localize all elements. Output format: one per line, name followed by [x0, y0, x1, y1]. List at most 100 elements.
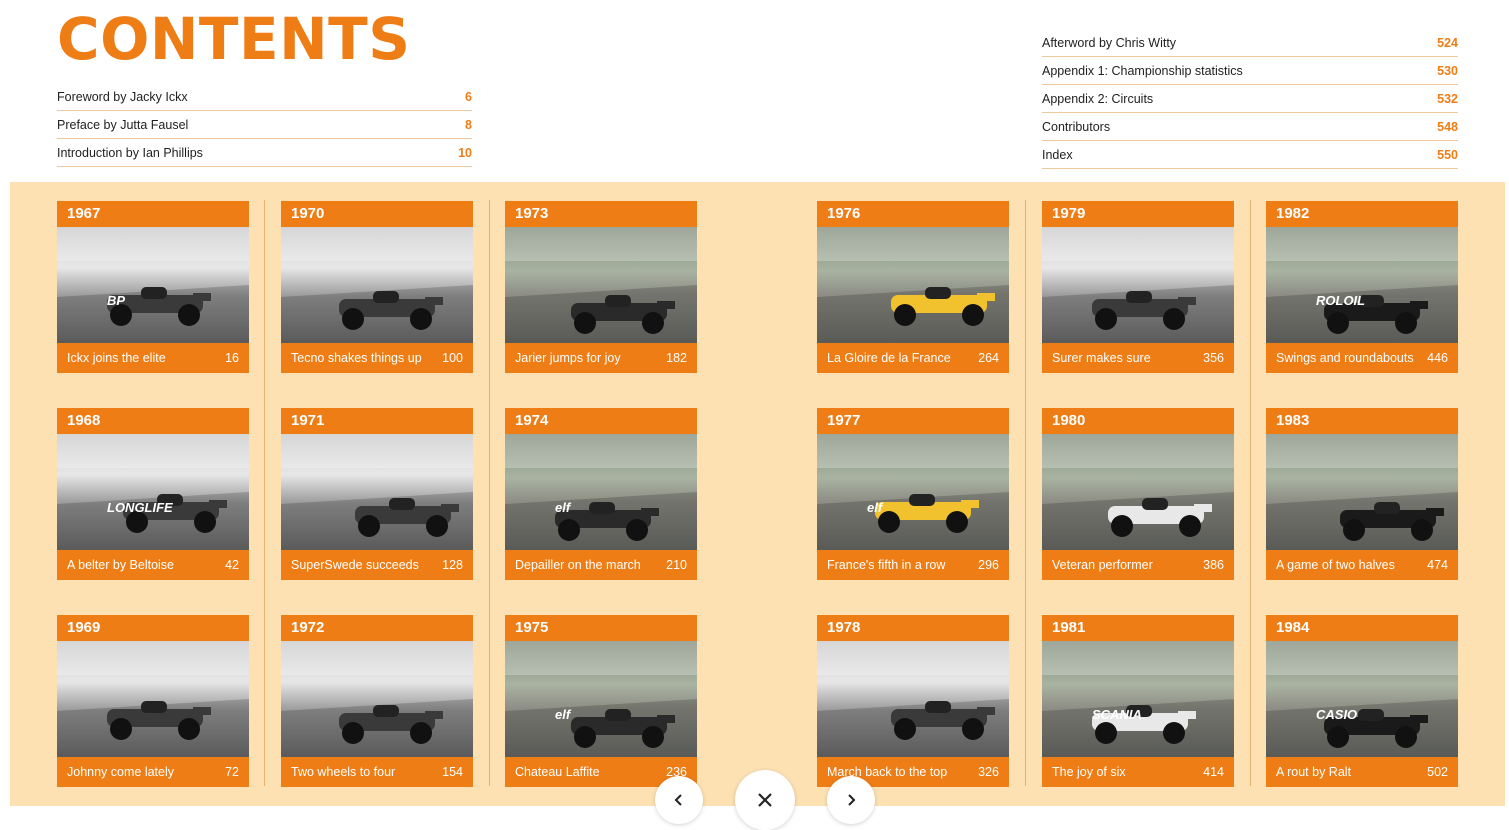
chapter-page: 72	[225, 765, 239, 779]
chapter-photo	[1042, 227, 1234, 343]
chapter-page: 210	[666, 558, 687, 572]
chapter-year: 1976	[817, 201, 1009, 227]
toc-entry-page: 530	[1437, 64, 1458, 78]
chapter-year: 1973	[505, 201, 697, 227]
chapter-card-1983[interactable]: 1983 A game of two halves 474	[1266, 408, 1458, 580]
toc-entry[interactable]: Afterword by Chris Witty 524	[1042, 30, 1458, 57]
chapter-caption-bar: SuperSwede succeeds 128	[281, 550, 473, 580]
toc-entry-label: Preface by Jutta Fausel	[57, 118, 189, 132]
chapter-caption-bar: A rout by Ralt 502	[1266, 757, 1458, 787]
chapter-title: France's fifth in a row	[827, 558, 946, 572]
chapter-year: 1980	[1042, 408, 1234, 434]
chapter-title: Johnny come lately	[67, 765, 175, 779]
chapter-card-1981[interactable]: 1981 SCANIA The joy of six 414	[1042, 615, 1234, 787]
race-car-photo	[57, 641, 249, 757]
chapter-photo	[817, 227, 1009, 343]
photo-signage-text: ROLOIL	[1316, 293, 1366, 308]
toc-entry[interactable]: Introduction by Ian Phillips 10	[57, 140, 472, 167]
previous-page-button[interactable]	[655, 776, 703, 824]
photo-signage-text: CASIO	[1316, 707, 1358, 722]
close-button[interactable]	[735, 770, 795, 830]
chapter-card-1970[interactable]: 1970 Tecno shakes things up 100	[281, 201, 473, 373]
toc-entry-label: Introduction by Ian Phillips	[57, 146, 203, 160]
toc-entry-page: 6	[465, 90, 472, 104]
chapter-year: 1982	[1266, 201, 1458, 227]
toc-entry-label: Appendix 1: Championship statistics	[1042, 64, 1243, 78]
chapter-card-1969[interactable]: 1969 Johnny come lately 72	[57, 615, 249, 787]
chapter-caption-bar: The joy of six 414	[1042, 757, 1234, 787]
chapter-card-1977[interactable]: 1977 elf France's fifth in a row 296	[817, 408, 1009, 580]
chapter-caption-bar: Ickx joins the elite 16	[57, 343, 249, 373]
chapter-page: 326	[978, 765, 999, 779]
column-divider	[489, 200, 490, 786]
toc-entry-label: Appendix 2: Circuits	[1042, 92, 1154, 106]
chapter-card-1975[interactable]: 1975 elf Chateau Laffite 236	[505, 615, 697, 787]
race-car-photo	[57, 434, 249, 550]
chapter-page: 502	[1427, 765, 1448, 779]
chapter-page: 474	[1427, 558, 1448, 572]
chevron-right-icon	[848, 794, 856, 806]
toc-entry[interactable]: Foreword by Jacky Ickx 6	[57, 84, 472, 111]
column-divider	[1025, 200, 1026, 786]
chapter-year: 1984	[1266, 615, 1458, 641]
chapter-card-1967[interactable]: 1967 BP Ickx joins the elite 16	[57, 201, 249, 373]
chapter-title: Swings and roundabouts	[1276, 351, 1414, 365]
chapter-photo	[281, 434, 473, 550]
race-car-photo	[281, 434, 473, 550]
race-car-photo	[817, 641, 1009, 757]
chapter-photo: SCANIA	[1042, 641, 1234, 757]
chapter-card-1984[interactable]: 1984 CASIO A rout by Ralt 502	[1266, 615, 1458, 787]
chapter-card-1978[interactable]: 1978 March back to the top 326	[817, 615, 1009, 787]
toc-entry[interactable]: Appendix 1: Championship statistics 530	[1042, 58, 1458, 85]
chapter-caption-bar: Veteran performer 386	[1042, 550, 1234, 580]
photo-signage-text: BP	[107, 293, 126, 308]
toc-entry[interactable]: Appendix 2: Circuits 532	[1042, 86, 1458, 113]
chapter-page: 386	[1203, 558, 1224, 572]
race-car-photo	[281, 641, 473, 757]
race-car-photo	[1266, 434, 1458, 550]
chapter-photo	[57, 641, 249, 757]
next-page-button[interactable]	[827, 776, 875, 824]
chapter-caption-bar: France's fifth in a row 296	[817, 550, 1009, 580]
toc-entry-label: Foreword by Jacky Ickx	[57, 90, 188, 104]
toc-entry-page: 532	[1437, 92, 1458, 106]
chapter-title: Tecno shakes things up	[291, 351, 422, 365]
chapter-year: 1979	[1042, 201, 1234, 227]
chapter-year: 1970	[281, 201, 473, 227]
chapter-card-1972[interactable]: 1972 Two wheels to four 154	[281, 615, 473, 787]
toc-entry-label: Index	[1042, 148, 1073, 162]
chapter-caption-bar: Surer makes sure 356	[1042, 343, 1234, 373]
toc-entry-page: 8	[465, 118, 472, 132]
chapter-title: Chateau Laffite	[515, 765, 600, 779]
chapter-card-1971[interactable]: 1971 SuperSwede succeeds 128	[281, 408, 473, 580]
chapter-photo	[1266, 434, 1458, 550]
chapter-card-1974[interactable]: 1974 elf Depailler on the march 210	[505, 408, 697, 580]
chapter-page: 100	[442, 351, 463, 365]
chapter-photo: elf	[817, 434, 1009, 550]
toc-entry[interactable]: Contributors 548	[1042, 114, 1458, 141]
toc-entry-label: Afterword by Chris Witty	[1042, 36, 1177, 50]
chapter-card-1982[interactable]: 1982 ROLOIL Swings and roundabouts 446	[1266, 201, 1458, 373]
toc-entry[interactable]: Index 550	[1042, 142, 1458, 169]
chapter-card-1976[interactable]: 1976 La Gloire de la France 264	[817, 201, 1009, 373]
chapter-page: 42	[225, 558, 239, 572]
toc-entry[interactable]: Preface by Jutta Fausel 8	[57, 112, 472, 139]
chapter-year: 1967	[57, 201, 249, 227]
chapter-page: 356	[1203, 351, 1224, 365]
chapter-photo: elf	[505, 434, 697, 550]
chapter-card-1968[interactable]: 1968 LONGLIFE A belter by Beltoise 42	[57, 408, 249, 580]
photo-signage-text: elf	[555, 500, 571, 515]
chapter-page: 128	[442, 558, 463, 572]
chapter-caption-bar: Depailler on the march 210	[505, 550, 697, 580]
chapter-card-1973[interactable]: 1973 Jarier jumps for joy 182	[505, 201, 697, 373]
chapter-card-1979[interactable]: 1979 Surer makes sure 356	[1042, 201, 1234, 373]
chapter-card-1980[interactable]: 1980 Veteran performer 386	[1042, 408, 1234, 580]
chapter-year: 1978	[817, 615, 1009, 641]
chapter-photo: CASIO	[1266, 641, 1458, 757]
chapter-year: 1983	[1266, 408, 1458, 434]
race-car-photo	[1266, 641, 1458, 757]
toc-entry-page: 550	[1437, 148, 1458, 162]
chapter-year: 1981	[1042, 615, 1234, 641]
column-divider	[1250, 200, 1251, 786]
chapter-title: A belter by Beltoise	[67, 558, 175, 572]
